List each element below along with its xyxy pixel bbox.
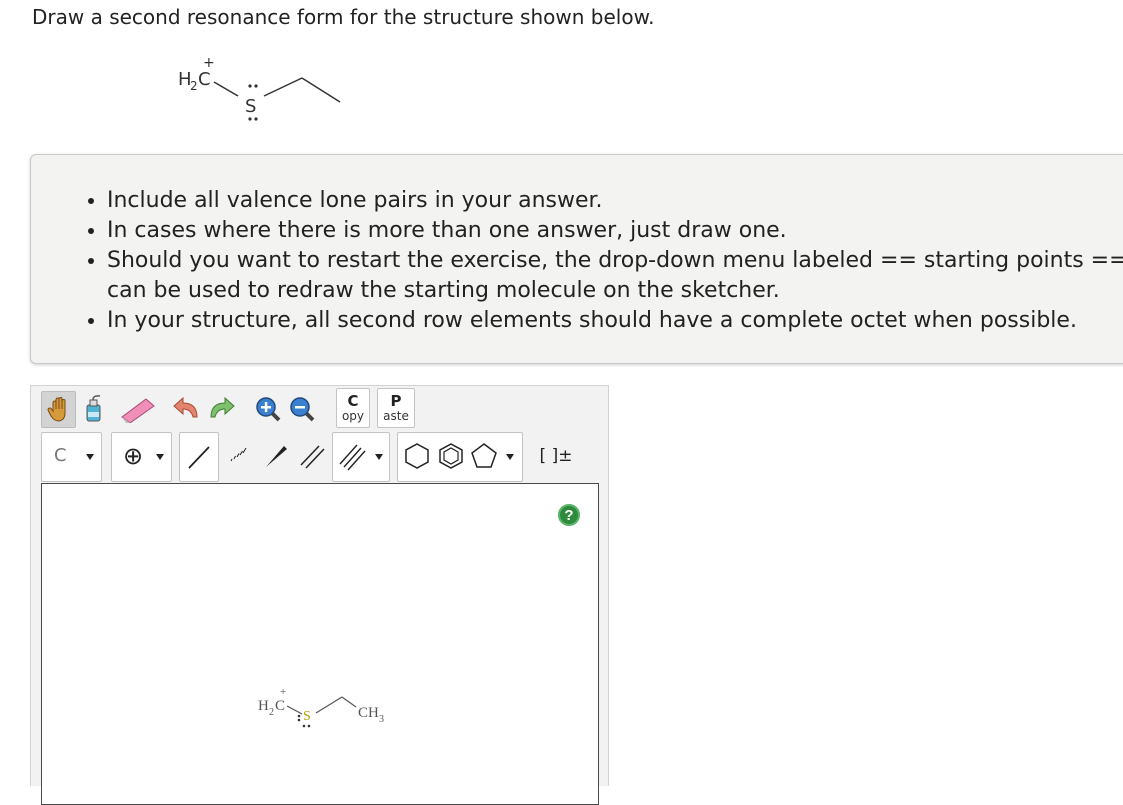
- bracket-icon: [ ]±: [539, 446, 573, 466]
- bond-c-s: [213, 81, 239, 97]
- question-molecule: H 2 C + S: [178, 55, 341, 121]
- instruction-item: In cases where there is more than one an…: [107, 216, 1123, 246]
- wedge-bond-icon: [266, 446, 287, 467]
- chevron-down-icon: [156, 454, 164, 460]
- element-select-dropdown[interactable]: C: [41, 432, 102, 482]
- molecule-sketcher: C opy P aste C ⊕ []± ? H 2 C + S CH 3: [30, 385, 609, 805]
- canvas-bond-c-s: [286, 705, 303, 715]
- lone-pair-dot: [302, 724, 306, 728]
- instructions-list: Include all valence lone pairs in your a…: [31, 186, 1123, 336]
- lone-pair-dot: [248, 117, 252, 121]
- hashed-bond-button[interactable]: [221, 432, 255, 480]
- chevron-down-icon: [506, 454, 514, 460]
- lone-pair-dot: [297, 718, 301, 722]
- canvas-h-subscript: 2: [269, 707, 274, 718]
- canvas-ch3-label: CH: [358, 705, 379, 721]
- zoom-out-button[interactable]: [287, 391, 317, 426]
- mol-h-subscript: 2: [190, 79, 198, 93]
- redo-button[interactable]: [205, 391, 239, 426]
- canvas-carbon-label: C: [275, 698, 285, 714]
- bond-s-c: [263, 77, 303, 97]
- zoom-in-button[interactable]: [253, 391, 283, 426]
- triple-bond-icon: [339, 444, 366, 471]
- canvas-bond-s-c: [315, 696, 343, 714]
- canvas-h-label: H: [258, 698, 269, 714]
- copy-top-label: C: [347, 391, 359, 410]
- instruction-item: Should you want to restart the exercise,…: [107, 246, 1123, 306]
- paste-button[interactable]: P aste: [377, 388, 415, 428]
- zoom-in-icon: [256, 396, 281, 421]
- lone-pair-dot: [254, 117, 258, 121]
- double-bond-button[interactable]: [295, 432, 329, 480]
- copy-bottom-label: opy: [341, 408, 365, 423]
- zoom-out-icon: [290, 396, 315, 421]
- charge-dropdown[interactable]: ⊕: [111, 432, 172, 482]
- wedge-bond-button[interactable]: [259, 432, 293, 480]
- single-bond-icon: [188, 446, 210, 469]
- lone-pair-dot: [254, 84, 258, 88]
- lone-pair-dot: [297, 714, 301, 718]
- double-bond-icon: [300, 445, 325, 469]
- mol-sulfur-label: S: [245, 96, 256, 117]
- paste-bottom-label: aste: [383, 408, 409, 423]
- canvas-molecule: H 2 C + S CH 3: [258, 686, 384, 728]
- cyclohexane-icon: [405, 443, 429, 469]
- help-icon[interactable]: ?: [558, 504, 580, 526]
- lone-pair-dot: [248, 84, 252, 88]
- eraser-bottle-button[interactable]: [79, 391, 109, 426]
- benzene-icon: [439, 443, 463, 469]
- canvas-carbon-charge: +: [280, 686, 286, 698]
- cyclopentane-icon: [471, 443, 497, 468]
- mol-carbon-charge: +: [203, 55, 215, 71]
- hand-tool-button[interactable]: [41, 391, 76, 428]
- erase-all-icon: [86, 394, 101, 421]
- ring-templates-dropdown[interactable]: [397, 432, 523, 482]
- copy-button[interactable]: C opy: [336, 388, 370, 428]
- chevron-down-icon: [375, 454, 383, 460]
- question-prompt: Draw a second resonance form for the str…: [32, 5, 655, 29]
- element-select-value: C: [54, 445, 67, 466]
- bracket-button[interactable]: [ ]±: [531, 432, 581, 480]
- drawing-canvas[interactable]: ? H 2 C + S CH 3: [41, 483, 599, 805]
- bond-c-c: [301, 77, 341, 103]
- undo-button[interactable]: [169, 391, 203, 426]
- instruction-item: Include all valence lone pairs in your a…: [107, 186, 1123, 216]
- eraser-button[interactable]: [113, 391, 161, 426]
- instructions-panel: Include all valence lone pairs in your a…: [30, 154, 1123, 364]
- hashed-bond-icon: [230, 447, 247, 462]
- single-bond-button[interactable]: [179, 432, 219, 482]
- instruction-item: In your structure, all second row elemen…: [107, 306, 1123, 336]
- mol-carbon-label: C: [198, 69, 211, 90]
- canvas-ch3-subscript: 3: [379, 714, 384, 725]
- undo-icon: [173, 396, 198, 417]
- triple-bond-dropdown[interactable]: [332, 432, 390, 482]
- hand-icon: [46, 396, 65, 422]
- eraser-icon: [121, 397, 155, 423]
- chevron-down-icon: [86, 454, 94, 460]
- lone-pair-dot: [307, 724, 311, 728]
- paste-top-label: P: [390, 391, 402, 410]
- redo-icon: [210, 396, 235, 417]
- charge-icon: ⊕: [123, 442, 144, 470]
- canvas-sulfur-label: S: [303, 709, 311, 724]
- canvas-bond-c-ch3: [341, 696, 357, 708]
